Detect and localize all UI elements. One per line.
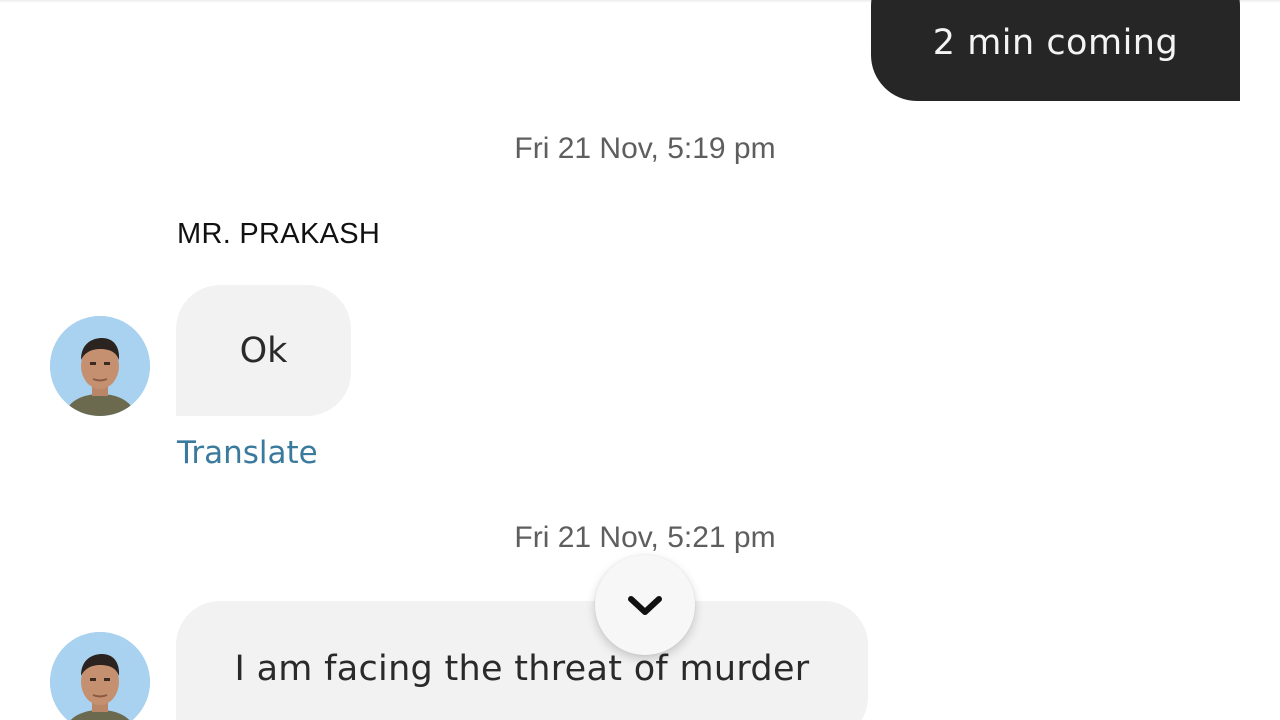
- chat-screen: 2 min coming Fri 21 Nov, 5:19 pm MR. PRA…: [0, 0, 1280, 720]
- avatar-photo-icon: [50, 316, 150, 416]
- translate-link[interactable]: Translate: [177, 435, 318, 471]
- chevron-down-icon: [628, 596, 662, 615]
- incoming-message-text: I am facing the threat of murder: [234, 649, 810, 689]
- incoming-message-bubble[interactable]: Ok: [176, 285, 351, 416]
- avatar-photo-icon: [50, 632, 150, 720]
- outgoing-message-text: 2 min coming: [932, 23, 1179, 63]
- sender-name: MR. PRAKASH: [177, 218, 381, 250]
- scroll-down-button[interactable]: [595, 555, 695, 655]
- outgoing-message-bubble[interactable]: 2 min coming: [871, 0, 1240, 101]
- sender-avatar[interactable]: [50, 632, 150, 720]
- incoming-message-text: Ok: [239, 330, 288, 371]
- message-timestamp: Fri 21 Nov, 5:19 pm: [514, 132, 776, 165]
- incoming-message-bubble[interactable]: I am facing the threat of murder: [176, 601, 868, 720]
- sender-avatar[interactable]: [50, 316, 150, 416]
- message-timestamp: Fri 21 Nov, 5:21 pm: [514, 521, 776, 554]
